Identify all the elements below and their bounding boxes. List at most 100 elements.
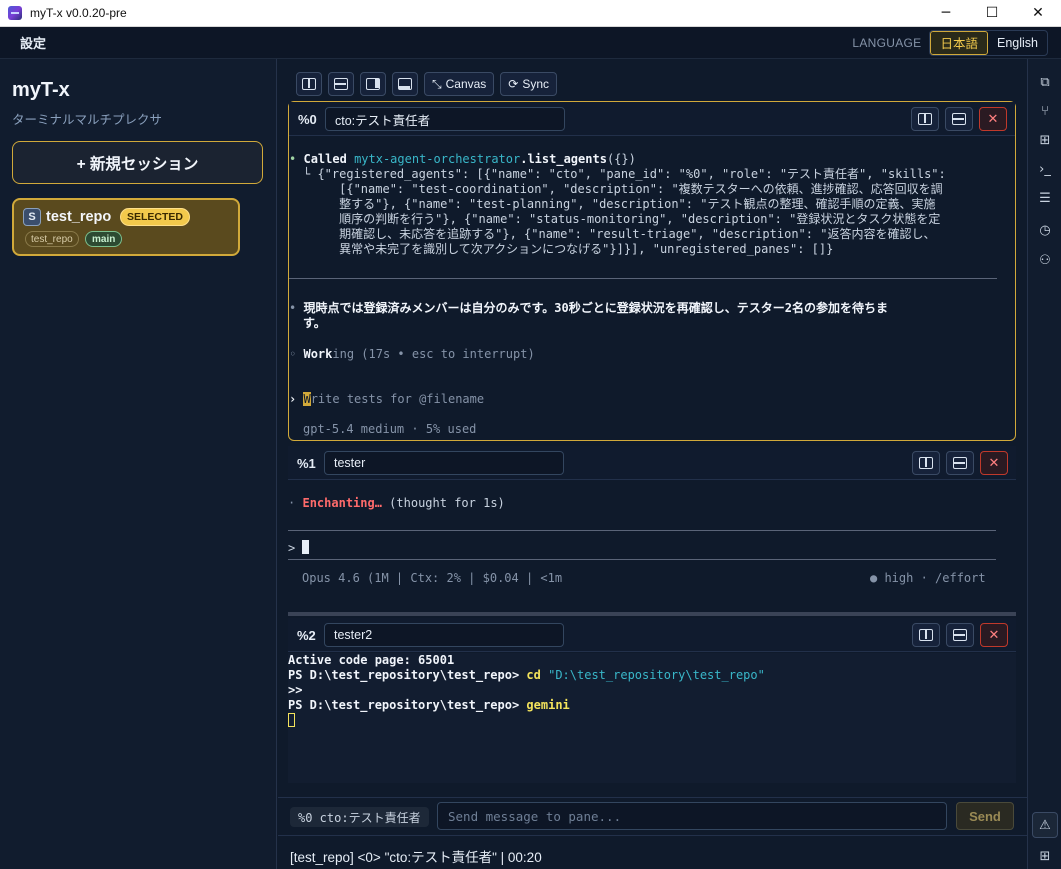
language-label: LANGUAGE bbox=[852, 35, 922, 50]
pane-2[interactable]: %2 tester2 ✕ Active code page: 65001 PS … bbox=[288, 618, 1016, 786]
pane-split-vertical-button[interactable] bbox=[911, 107, 939, 131]
term-line: >> bbox=[288, 683, 303, 697]
pane-id: %0 bbox=[298, 112, 317, 127]
split-horizontal-icon bbox=[952, 113, 966, 125]
brand-subtitle: ターミナルマルチプレクサ bbox=[12, 113, 163, 127]
app-logo-icon bbox=[8, 6, 22, 20]
history-icon[interactable]: ◷ bbox=[1037, 222, 1053, 238]
git-branch-icon[interactable]: ⑂ bbox=[1037, 103, 1053, 119]
diff-icon[interactable]: ⊞ bbox=[1037, 132, 1053, 148]
maximize-button[interactable]: ☐ bbox=[969, 0, 1015, 27]
split-vertical-icon bbox=[919, 457, 933, 469]
agents-icon[interactable]: ⚇ bbox=[1037, 252, 1053, 268]
term-line: mytx-agent-orchestrator bbox=[354, 152, 521, 166]
term-line: PS D:\test_repository\test_repo> bbox=[288, 698, 527, 712]
layers-icon[interactable]: ☰ bbox=[1037, 190, 1053, 206]
new-session-button[interactable]: + 新規セッション bbox=[12, 141, 263, 184]
pane-close-button[interactable]: ✕ bbox=[980, 623, 1008, 647]
close-icon: ✕ bbox=[988, 627, 1000, 643]
lang-ja-button[interactable]: 日本語 bbox=[930, 30, 988, 55]
terminal-output[interactable]: · Enchanting… (thought for 1s) > Opus 4.… bbox=[288, 496, 1016, 606]
window-titlebar: myT-x v0.0.20-pre ─ ☐ ✕ bbox=[0, 0, 1061, 27]
sidebar: myT-x ターミナルマルチプレクサ + 新規セッション S test_repo… bbox=[0, 59, 277, 869]
pane-close-button[interactable]: ✕ bbox=[980, 451, 1008, 475]
bottom-panel-icon bbox=[398, 78, 412, 90]
text-cursor bbox=[288, 713, 295, 727]
text-cursor bbox=[302, 540, 310, 554]
sync-button[interactable]: ⟳ Sync bbox=[500, 72, 558, 96]
term-line: ({}) bbox=[606, 152, 636, 166]
send-message-input[interactable]: Send message to pane... bbox=[437, 802, 947, 830]
term-line: 順序の判断を行う"}, {"name": "status-monitoring"… bbox=[303, 212, 941, 226]
divider bbox=[289, 278, 997, 279]
pane-split-horizontal-button[interactable] bbox=[946, 451, 974, 475]
prompt-cursor: W bbox=[303, 392, 311, 406]
prompt-symbol: > bbox=[288, 541, 296, 555]
split-vertical-button[interactable] bbox=[296, 72, 322, 96]
toggle-bottom-panel-button[interactable] bbox=[392, 72, 418, 96]
minimize-button[interactable]: ─ bbox=[923, 0, 969, 27]
split-horizontal-button[interactable] bbox=[328, 72, 354, 96]
statusbar: [test_repo] <0> "cto:テスト責任者" | 00:20 bbox=[278, 835, 1027, 869]
term-line: 整する"}, {"name": "test-planning", "descri… bbox=[303, 197, 936, 211]
pane-split-vertical-button[interactable] bbox=[912, 451, 940, 475]
canvas-button[interactable]: ⤡ Canvas bbox=[424, 72, 495, 96]
settings-menu[interactable]: 設定 bbox=[20, 33, 46, 52]
model-status: gpt-5.4 medium · 5% used bbox=[303, 422, 477, 436]
send-button[interactable]: Send bbox=[956, 802, 1014, 830]
language-switch: 日本語 English bbox=[929, 29, 1048, 56]
pane-id: %1 bbox=[297, 456, 316, 471]
pane-actions: ✕ bbox=[912, 451, 1008, 475]
effort-status: ● high · /effort bbox=[870, 571, 986, 585]
pane-close-button[interactable]: ✕ bbox=[979, 107, 1007, 131]
main-area: ⤡ Canvas ⟳ Sync %0 cto:テスト責任者 ✕ • Called… bbox=[278, 59, 1027, 869]
pane-split-horizontal-button[interactable] bbox=[946, 623, 974, 647]
session-badge: S bbox=[23, 208, 41, 226]
pane-title-input[interactable]: tester bbox=[324, 451, 564, 475]
lang-en-button[interactable]: English bbox=[988, 31, 1047, 55]
pane-0[interactable]: %0 cto:テスト責任者 ✕ • Called mytx-agent-orch… bbox=[288, 101, 1016, 441]
pane-resize-handle[interactable] bbox=[288, 612, 1016, 616]
file-tree-icon[interactable]: ⧉ bbox=[1037, 74, 1053, 90]
warning-icon[interactable]: ⚠ bbox=[1032, 812, 1058, 838]
layout-toolbar: ⤡ Canvas ⟳ Sync bbox=[296, 72, 558, 96]
pane-title-input[interactable]: tester2 bbox=[324, 623, 564, 647]
divider bbox=[288, 530, 996, 531]
close-window-button[interactable]: ✕ bbox=[1015, 0, 1061, 27]
term-line: ing (17s • esc to interrupt) bbox=[332, 347, 535, 361]
term-line: (thought for 1s) bbox=[381, 496, 505, 510]
branch-tag: main bbox=[85, 231, 123, 247]
split-vertical-icon bbox=[918, 113, 932, 125]
split-vertical-icon bbox=[919, 629, 933, 641]
status-text: [test_repo] <0> "cto:テスト責任者" | 00:20 bbox=[290, 850, 542, 865]
term-line: cd bbox=[526, 668, 541, 682]
split-vertical-icon bbox=[302, 78, 316, 90]
window-controls: ─ ☐ ✕ bbox=[923, 0, 1061, 27]
pane-1[interactable]: %1 tester ✕ · Enchanting… (thought for 1… bbox=[288, 446, 1016, 611]
sync-label: Sync bbox=[522, 77, 550, 91]
pane-split-vertical-button[interactable] bbox=[912, 623, 940, 647]
terminal-prompt-icon[interactable]: ›_ bbox=[1037, 161, 1053, 177]
term-line: 現時点では登録済みメンバーは自分のみです。30秒ごとに登録状況を再確認し、テスタ… bbox=[303, 301, 888, 315]
terminal-output[interactable]: • Called mytx-agent-orchestrator.list_ag… bbox=[289, 152, 1015, 437]
right-panel-icon bbox=[366, 78, 380, 90]
split-horizontal-icon bbox=[953, 457, 967, 469]
prompt-placeholder: rite tests for @filename bbox=[310, 392, 485, 406]
split-horizontal-icon bbox=[953, 629, 967, 641]
grid-icon[interactable]: ⊞ bbox=[1037, 848, 1053, 864]
toggle-right-panel-button[interactable] bbox=[360, 72, 386, 96]
session-item-test-repo[interactable]: S test_repo SELECTED test_repo main bbox=[12, 198, 240, 256]
terminal-output[interactable]: Active code page: 65001 PS D:\test_repos… bbox=[288, 653, 1016, 783]
term-line: PS D:\test_repository\test_repo> bbox=[288, 668, 527, 682]
sync-icon: ⟳ bbox=[508, 77, 519, 91]
pane-header: %1 tester ✕ bbox=[288, 446, 1016, 480]
pane-title-input[interactable]: cto:テスト責任者 bbox=[325, 107, 565, 131]
pane-id: %2 bbox=[297, 628, 316, 643]
pane-split-horizontal-button[interactable] bbox=[945, 107, 973, 131]
term-line: .list_agents bbox=[520, 152, 607, 166]
term-line: す。 bbox=[303, 316, 326, 330]
model-status: Opus 4.6 (1M | Ctx: 2% | $0.04 | <1m bbox=[302, 571, 563, 585]
pane-actions: ✕ bbox=[911, 107, 1007, 131]
term-line: Called bbox=[303, 152, 347, 166]
term-line: 期確認し、未応答を追跡する"}, {"name": "result-triage… bbox=[303, 227, 936, 241]
